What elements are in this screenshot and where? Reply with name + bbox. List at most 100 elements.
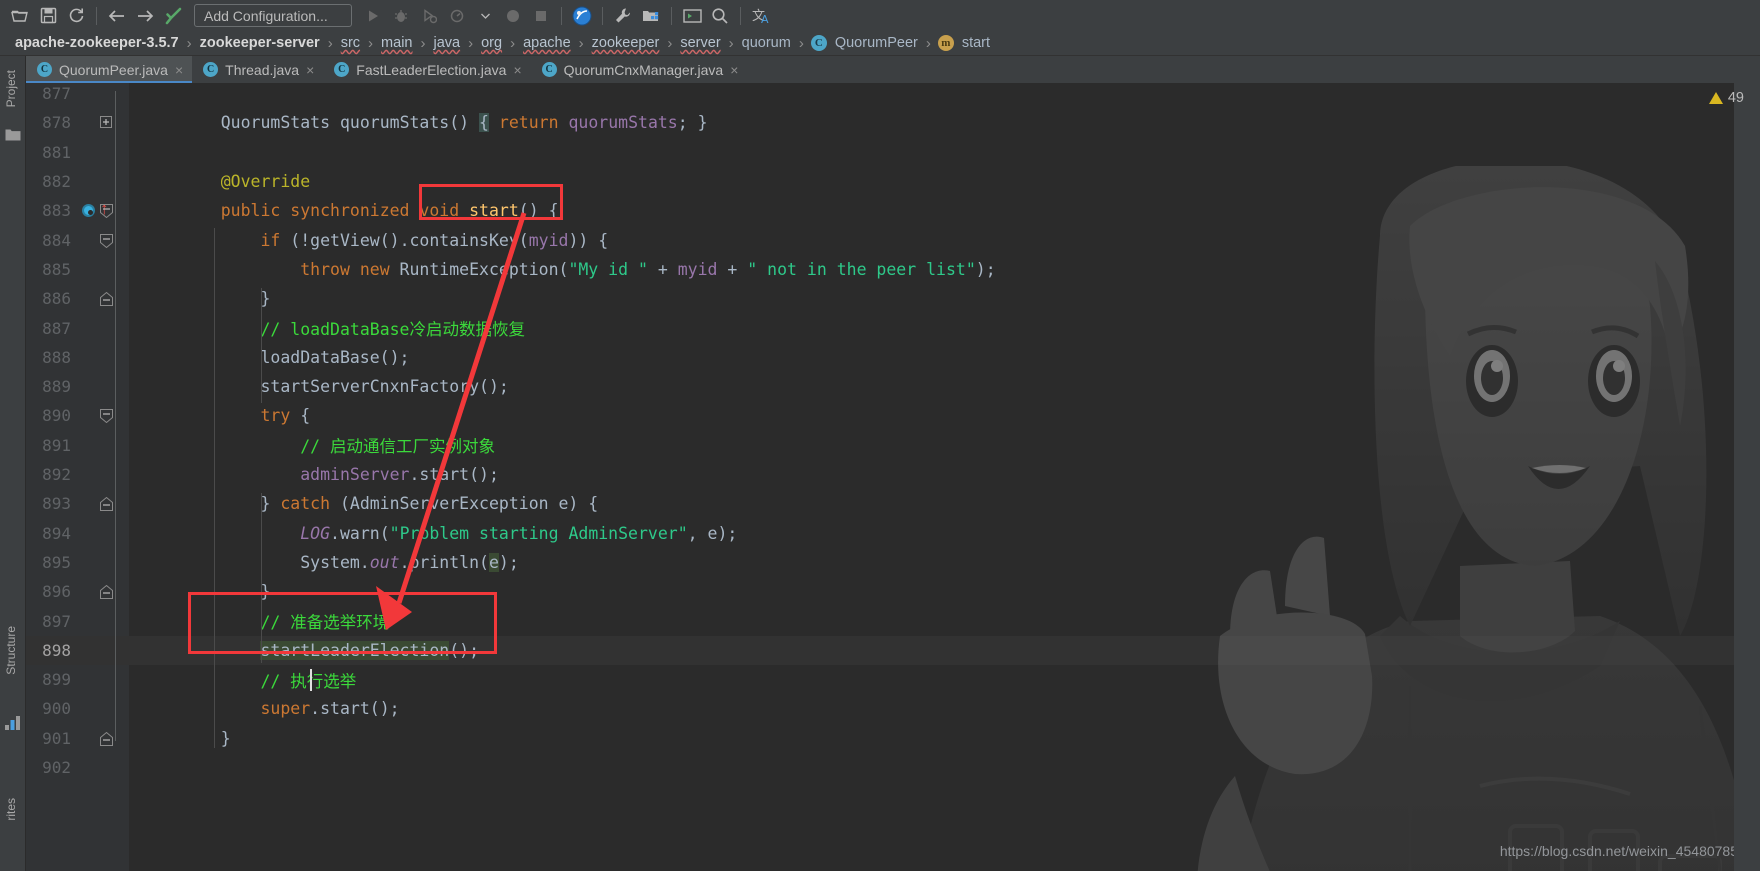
- gutter-row[interactable]: 886: [26, 284, 129, 313]
- gutter-row[interactable]: 884: [26, 226, 129, 255]
- code-line[interactable]: }: [129, 724, 1760, 753]
- sync-icon[interactable]: [63, 4, 89, 28]
- sidebar-item-project[interactable]: Project: [4, 70, 18, 107]
- run-coverage-icon[interactable]: [416, 4, 442, 28]
- dropdown-arrow-icon[interactable]: [472, 4, 498, 28]
- code-line[interactable]: // 准备选举环境: [129, 606, 1760, 635]
- gutter-row[interactable]: 882: [26, 167, 129, 196]
- inspection-warning-count[interactable]: 49: [1708, 90, 1744, 106]
- gutter-row[interactable]: 885: [26, 255, 129, 284]
- breadcrumb-item-org[interactable]: org: [480, 35, 503, 51]
- code-line[interactable]: [129, 83, 1760, 108]
- code-line[interactable]: [129, 138, 1760, 167]
- run-configuration-selector[interactable]: Add Configuration...: [194, 4, 352, 27]
- gutter-row[interactable]: 890: [26, 401, 129, 430]
- code-line[interactable]: public synchronized void start() {: [129, 196, 1760, 225]
- code-line[interactable]: loadDataBase();: [129, 343, 1760, 372]
- gutter-row[interactable]: 891: [26, 431, 129, 460]
- code-line[interactable]: }: [129, 284, 1760, 313]
- code-line[interactable]: LOG.warn("Problem starting AdminServer",…: [129, 519, 1760, 548]
- close-icon[interactable]: ×: [730, 63, 738, 77]
- gutter-row[interactable]: 896: [26, 577, 129, 606]
- code-line[interactable]: // loadDataBase冷启动数据恢复: [129, 313, 1760, 342]
- breadcrumb-item-apache-zookeeper-3-5-7[interactable]: apache-zookeeper-3.5.7: [14, 35, 180, 51]
- project-structure-icon[interactable]: [638, 4, 664, 28]
- code-fold-toggle[interactable]: [100, 409, 113, 424]
- breadcrumb-item-zookeeper-server[interactable]: zookeeper-server: [199, 35, 321, 51]
- close-icon[interactable]: ×: [306, 63, 314, 77]
- gutter-row[interactable]: 889: [26, 372, 129, 401]
- translate-icon[interactable]: 文A: [748, 4, 774, 28]
- breadcrumb-item-quorum[interactable]: quorum: [741, 35, 792, 51]
- breadcrumb-item-start[interactable]: m start: [937, 35, 991, 51]
- code-fold-toggle[interactable]: [100, 204, 113, 219]
- breadcrumb-item-apache[interactable]: apache: [522, 35, 572, 51]
- stop-circle-icon[interactable]: [500, 4, 526, 28]
- code-fold-toggle[interactable]: [100, 291, 113, 307]
- stop-square-icon[interactable]: [528, 4, 554, 28]
- breadcrumb-item-java[interactable]: java: [432, 35, 461, 51]
- breadcrumb-item-main[interactable]: main: [380, 35, 413, 51]
- gutter-row[interactable]: 898: [26, 636, 129, 665]
- sidebar-item-favorites[interactable]: rites: [4, 798, 18, 821]
- gutter-row[interactable]: 892: [26, 460, 129, 489]
- gutter-row[interactable]: 902: [26, 753, 129, 782]
- code-line[interactable]: // 启动通信工厂实例对象: [129, 431, 1760, 460]
- code-fold-toggle[interactable]: [100, 731, 113, 746]
- code-line[interactable]: }: [129, 577, 1760, 606]
- editor-tab-thread-java[interactable]: C Thread.java ×: [192, 56, 324, 83]
- close-icon[interactable]: ×: [175, 63, 183, 77]
- code-line[interactable]: super.start();: [129, 694, 1760, 723]
- project-folder-icon[interactable]: [5, 128, 21, 147]
- gutter-row[interactable]: 893: [26, 489, 129, 518]
- gutter-row[interactable]: 900: [26, 694, 129, 723]
- code-line[interactable]: startServerCnxnFactory();: [129, 372, 1760, 401]
- gutter-row[interactable]: 899: [26, 665, 129, 694]
- breadcrumb-item-quorumpeer[interactable]: C QuorumPeer: [810, 35, 919, 51]
- gutter-row[interactable]: 897: [26, 606, 129, 635]
- gutter-row[interactable]: 901: [26, 724, 129, 753]
- inspection-sidebar[interactable]: [1734, 83, 1760, 871]
- code-line[interactable]: if (!getView().containsKey(myid)) {: [129, 226, 1760, 255]
- forward-arrow-icon[interactable]: [132, 4, 158, 28]
- code-fold-toggle[interactable]: [100, 497, 113, 512]
- code-line[interactable]: } catch (AdminServerException e) {: [129, 489, 1760, 518]
- code-line[interactable]: adminServer.start();: [129, 460, 1760, 489]
- sidebar-item-structure[interactable]: Structure: [4, 626, 18, 675]
- gutter-row[interactable]: 878: [26, 108, 129, 137]
- zookeeper-icon[interactable]: [569, 4, 595, 28]
- breadcrumb-item-server[interactable]: server: [679, 35, 721, 51]
- code-line[interactable]: startLeaderElection();: [129, 636, 1760, 665]
- structure-icon[interactable]: [5, 716, 20, 735]
- editor-tab-fastleaderelection-java[interactable]: C FastLeaderElection.java ×: [323, 56, 531, 83]
- run-method-gutter-icon[interactable]: [82, 204, 95, 218]
- code-line[interactable]: System.out.println(e);: [129, 548, 1760, 577]
- code-line[interactable]: [129, 753, 1760, 782]
- gutter-row[interactable]: 877: [26, 83, 129, 108]
- gutter-row[interactable]: 888: [26, 343, 129, 372]
- open-folder-icon[interactable]: [7, 4, 33, 28]
- code-fold-toggle[interactable]: [100, 584, 113, 600]
- settings-wrench-icon[interactable]: [610, 4, 636, 28]
- build-hammer-icon[interactable]: [160, 4, 186, 28]
- code-fold-toggle[interactable]: [100, 233, 113, 248]
- debug-icon[interactable]: [388, 4, 414, 28]
- code-editor[interactable]: 877 878 881 882 883↑ 884 885 886 887 888 889 890 891…: [26, 83, 1760, 871]
- editor-gutter[interactable]: 877 878 881 882 883↑ 884 885 886 887 888 889 890 891…: [26, 83, 129, 871]
- code-line[interactable]: throw new RuntimeException("My id " + my…: [129, 255, 1760, 284]
- gutter-row[interactable]: 894: [26, 519, 129, 548]
- gutter-row[interactable]: 887: [26, 313, 129, 342]
- editor-text-area[interactable]: QuorumStats quorumStats() { return quoru…: [129, 83, 1760, 871]
- code-line[interactable]: QuorumStats quorumStats() { return quoru…: [129, 108, 1760, 137]
- close-icon[interactable]: ×: [513, 63, 521, 77]
- breadcrumb-item-zookeeper[interactable]: zookeeper: [591, 35, 661, 51]
- profile-icon[interactable]: [444, 4, 470, 28]
- editor-tab-quorumpeer-java[interactable]: C QuorumPeer.java ×: [26, 56, 193, 83]
- editor-tab-quorumcnxmanager-java[interactable]: C QuorumCnxManager.java ×: [530, 56, 748, 83]
- back-arrow-icon[interactable]: [104, 4, 130, 28]
- code-line[interactable]: // 执行选举: [129, 665, 1760, 694]
- code-line[interactable]: try {: [129, 401, 1760, 430]
- code-line[interactable]: @Override: [129, 167, 1760, 196]
- code-fold-toggle[interactable]: [100, 116, 112, 129]
- save-icon[interactable]: [35, 4, 61, 28]
